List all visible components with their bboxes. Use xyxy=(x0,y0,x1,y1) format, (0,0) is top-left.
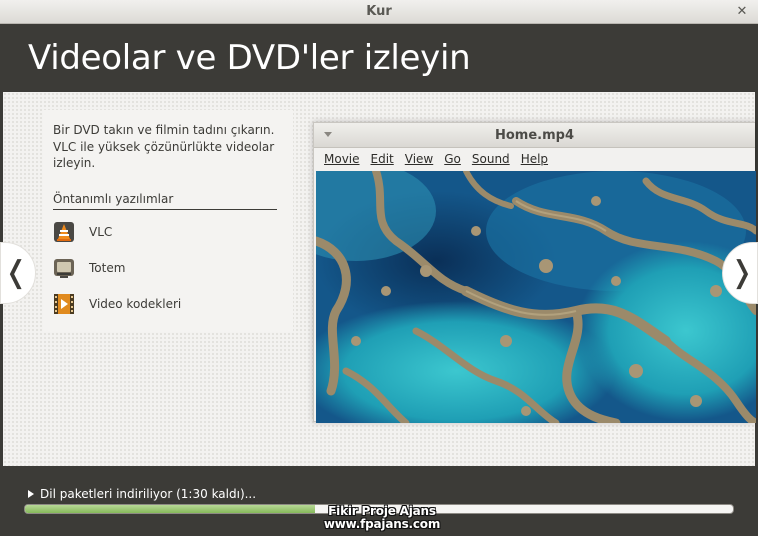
window-title: Kur xyxy=(366,4,392,19)
menu-help[interactable]: Help xyxy=(521,152,548,166)
window-menu-arrow-icon[interactable] xyxy=(324,132,332,137)
progress-fill xyxy=(25,505,316,513)
app-label-video-codecs: Video kodekleri xyxy=(89,297,182,311)
slide-content: Bir DVD takın ve filmin tadını çıkarın. … xyxy=(0,92,758,466)
coral-reef-video-image xyxy=(316,171,756,423)
close-icon[interactable]: ✕ xyxy=(734,4,750,20)
previous-slide-button[interactable]: ❬ xyxy=(0,242,36,304)
film-play-icon xyxy=(53,293,75,315)
info-panel: Bir DVD takın ve filmin tadını çıkarın. … xyxy=(43,110,293,332)
menu-go[interactable]: Go xyxy=(444,152,461,166)
watermark: Fikir Proje Ajans www.fpajans.com xyxy=(322,505,442,531)
app-label-totem: Totem xyxy=(89,261,126,275)
app-item-vlc: VLC xyxy=(53,220,273,244)
app-item-totem: Totem xyxy=(53,256,273,280)
window-titlebar: Kur ✕ xyxy=(0,0,758,24)
slide-description: Bir DVD takın ve filmin tadını çıkarın. … xyxy=(53,123,275,170)
page-title: Videolar ve DVD'ler izleyin xyxy=(28,38,471,78)
menu-movie[interactable]: Movie xyxy=(324,152,360,166)
status-text: Dil paketleri indiriliyor (1:30 kaldı)..… xyxy=(40,487,257,501)
player-titlebar: Home.mp4 xyxy=(314,123,755,148)
install-status[interactable]: Dil paketleri indiriliyor (1:30 kaldı)..… xyxy=(28,487,256,501)
page-header: Videolar ve DVD'ler izleyin xyxy=(0,24,758,92)
menu-sound[interactable]: Sound xyxy=(472,152,510,166)
app-label-vlc: VLC xyxy=(89,225,113,239)
default-software-heading: Öntanımlı yazılımlar xyxy=(53,192,277,210)
media-player-window: Home.mp4 Movie Edit View Go Sound Help xyxy=(313,122,756,423)
expand-triangle-icon[interactable] xyxy=(28,490,34,498)
video-frame[interactable] xyxy=(316,171,756,423)
menu-view[interactable]: View xyxy=(405,152,433,166)
player-menubar: Movie Edit View Go Sound Help xyxy=(314,148,755,170)
app-item-video-codecs: Video kodekleri xyxy=(53,292,273,316)
watermark-line-2: www.fpajans.com xyxy=(323,517,441,531)
menu-edit[interactable]: Edit xyxy=(371,152,394,166)
vlc-cone-icon xyxy=(53,221,75,243)
player-title: Home.mp4 xyxy=(494,128,574,143)
install-footer: Dil paketleri indiriliyor (1:30 kaldı)..… xyxy=(0,466,758,536)
tv-icon xyxy=(53,257,75,279)
